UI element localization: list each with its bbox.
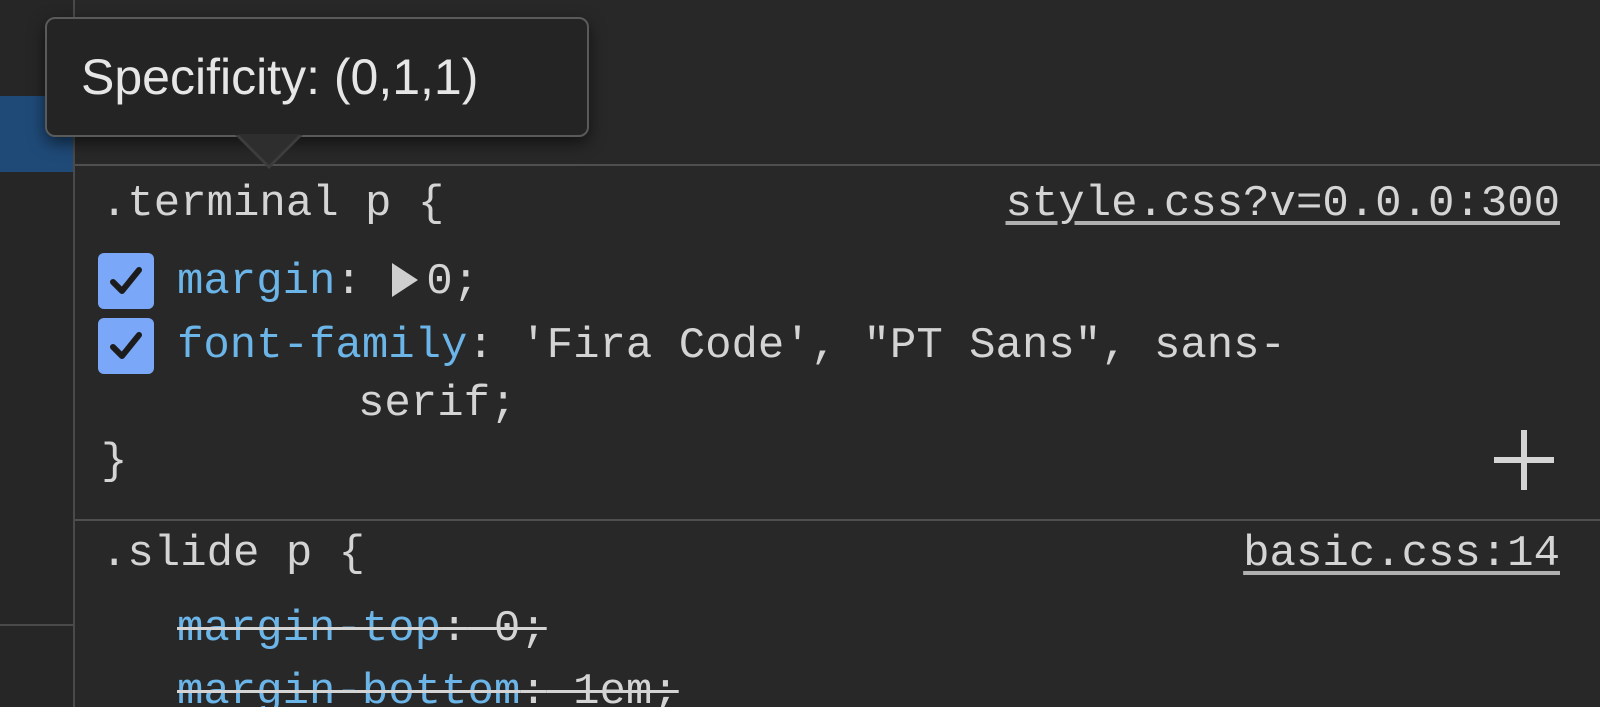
declaration-margin-bottom-overridden[interactable]: margin-bottom: 1em; [177, 666, 679, 707]
property-colon: : [467, 321, 494, 371]
property-name[interactable]: margin [177, 257, 335, 307]
property-value[interactable]: 0; [467, 604, 547, 654]
tooltip-text: Specificity: (0,1,1) [81, 49, 479, 105]
property-value[interactable]: 1em; [547, 667, 679, 707]
declaration-font-family[interactable]: font-family: 'Fira Code', "PT Sans", san… [177, 320, 1286, 372]
expand-triangle-icon[interactable] [392, 263, 419, 297]
property-name[interactable]: margin-bottom [177, 667, 520, 707]
add-icon[interactable] [1494, 430, 1554, 490]
property-colon: : [520, 667, 547, 707]
checkmark-icon [110, 332, 142, 359]
property-name[interactable]: margin-top [177, 604, 441, 654]
panel-divider [0, 624, 73, 626]
checkmark-icon [110, 267, 142, 294]
property-colon: : [441, 604, 468, 654]
declaration-checkbox-font-family[interactable] [98, 318, 154, 374]
declaration-margin[interactable]: margin: 0; [177, 256, 479, 308]
tooltip-arrow-inner [238, 134, 300, 165]
property-value[interactable]: 'Fira Code', "PT Sans", sans- [520, 321, 1286, 371]
rule-selector[interactable]: .terminal p { [101, 178, 444, 230]
rule-source-link[interactable]: basic.css:14 [1243, 528, 1560, 580]
rule-separator [75, 519, 1600, 521]
property-colon: : [335, 257, 362, 307]
declaration-checkbox-margin[interactable] [98, 253, 154, 309]
specificity-tooltip: Specificity: (0,1,1) [45, 17, 589, 137]
property-value-wrap[interactable]: serif; [358, 378, 516, 430]
rule-closing-brace: } [101, 437, 128, 487]
rule-separator [75, 164, 1600, 166]
declaration-margin-top-overridden[interactable]: margin-top: 0; [177, 603, 547, 655]
property-name[interactable]: font-family [177, 321, 467, 371]
rule-source-link[interactable]: style.css?v=0.0.0:300 [1006, 178, 1561, 230]
rule-selector[interactable]: .slide p { [101, 528, 365, 580]
property-value[interactable]: 0; [426, 257, 479, 307]
